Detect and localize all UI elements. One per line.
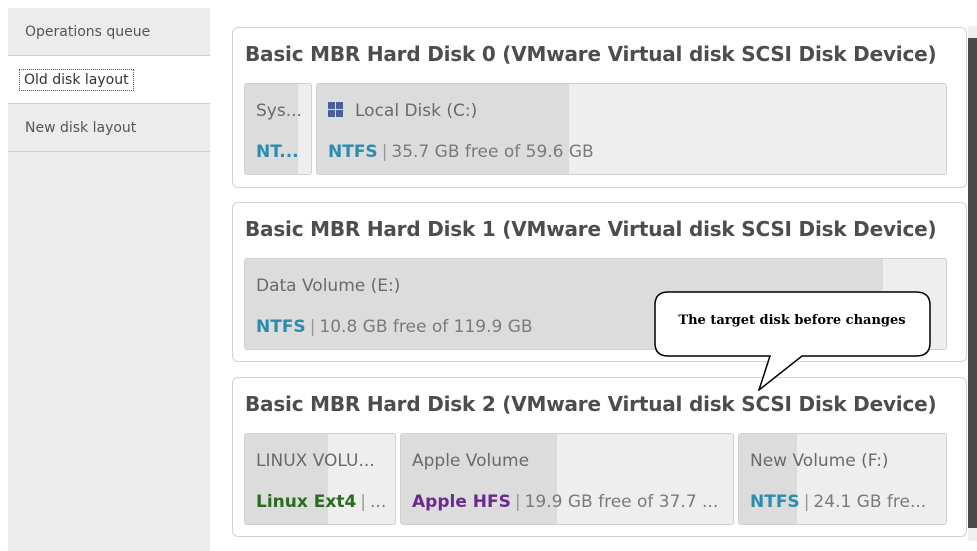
partition-linux-volume[interactable]: LINUX VOLU... Linux Ext4 |... xyxy=(244,433,396,525)
partition-local-disk-c[interactable]: Local Disk (C:) NTFS | 35.7 GB free of 59.… xyxy=(316,83,947,175)
disk-title: Basic MBR Hard Disk 0 (VMware Virtual di… xyxy=(245,42,937,66)
partition-info: Apple HFS | 19.9 GB free of 37.7 ... xyxy=(412,492,719,512)
scroll-up-arrow[interactable] xyxy=(968,26,977,38)
partition-apple-volume[interactable]: Apple Volume Apple HFS | 19.9 GB free of 3… xyxy=(400,433,734,525)
speech-bubble-callout xyxy=(654,291,931,391)
partition-name: LINUX VOLU... xyxy=(256,451,375,471)
sidebar-item-label: Operations queue xyxy=(25,23,151,40)
partition-system[interactable]: Sys... NT... xyxy=(244,83,312,175)
filesystem-label: NTFS xyxy=(328,142,378,162)
filesystem-label: Linux Ext4 xyxy=(256,492,357,512)
free-space-text: 35.7 GB free of 59.6 GB xyxy=(391,142,594,162)
sidebar: Operations queue Old disk layout New dis… xyxy=(8,8,210,551)
windows-icon xyxy=(328,102,343,117)
partition-new-volume-f[interactable]: New Volume (F:) NTFS | 24.1 GB fre... xyxy=(738,433,947,525)
partition-bar: Sys... NT... Local Disk (C:) NTFS | 35.7 G… xyxy=(244,83,955,175)
partition-bar: LINUX VOLU... Linux Ext4 |... Apple Volum… xyxy=(244,433,955,525)
sidebar-item-old-disk-layout[interactable]: Old disk layout xyxy=(8,56,210,104)
filesystem-label: NTFS xyxy=(750,492,800,512)
free-space-text: 10.8 GB free of 119.9 GB xyxy=(319,317,533,337)
vertical-scrollbar[interactable] xyxy=(968,26,977,541)
scroll-down-arrow[interactable] xyxy=(968,528,977,541)
partition-info: NTFS | 24.1 GB fre... xyxy=(750,492,927,512)
sidebar-item-operations-queue[interactable]: Operations queue xyxy=(8,8,210,56)
free-space-text: ... xyxy=(370,492,387,512)
filesystem-label: Apple HFS xyxy=(412,492,511,512)
disk-layout-panel: Basic MBR Hard Disk 0 (VMware Virtual di… xyxy=(210,8,977,551)
partition-name: Sys... xyxy=(256,101,302,121)
disk-card-2: Basic MBR Hard Disk 2 (VMware Virtual di… xyxy=(232,377,967,537)
filesystem-label: NTFS xyxy=(256,317,306,337)
callout-text: The target disk before changes xyxy=(678,313,906,328)
partition-name: Data Volume (E:) xyxy=(256,276,401,296)
partition-info: NTFS | 10.8 GB free of 119.9 GB xyxy=(256,317,533,337)
partition-name: Apple Volume xyxy=(412,451,530,471)
disk-title: Basic MBR Hard Disk 1 (VMware Virtual di… xyxy=(245,217,937,241)
sidebar-item-new-disk-layout[interactable]: New disk layout xyxy=(8,104,210,152)
disk-card-0: Basic MBR Hard Disk 0 (VMware Virtual di… xyxy=(232,27,967,188)
filesystem-label: NT... xyxy=(256,142,299,162)
partition-info: Linux Ext4 |... xyxy=(256,492,387,512)
partition-name: Local Disk (C:) xyxy=(328,101,477,121)
disk-title: Basic MBR Hard Disk 2 (VMware Virtual di… xyxy=(245,392,937,416)
free-space-text: 24.1 GB fre... xyxy=(813,492,927,512)
free-space-text: 19.9 GB free of 37.7 ... xyxy=(524,492,719,512)
sidebar-item-label: New disk layout xyxy=(25,119,137,136)
sidebar-item-label: Old disk layout xyxy=(19,68,134,91)
partition-info: NTFS | 35.7 GB free of 59.6 GB xyxy=(328,142,594,162)
partition-name: New Volume (F:) xyxy=(750,451,889,471)
partition-name-text: Local Disk (C:) xyxy=(355,101,478,121)
partition-info: NT... xyxy=(256,142,299,162)
